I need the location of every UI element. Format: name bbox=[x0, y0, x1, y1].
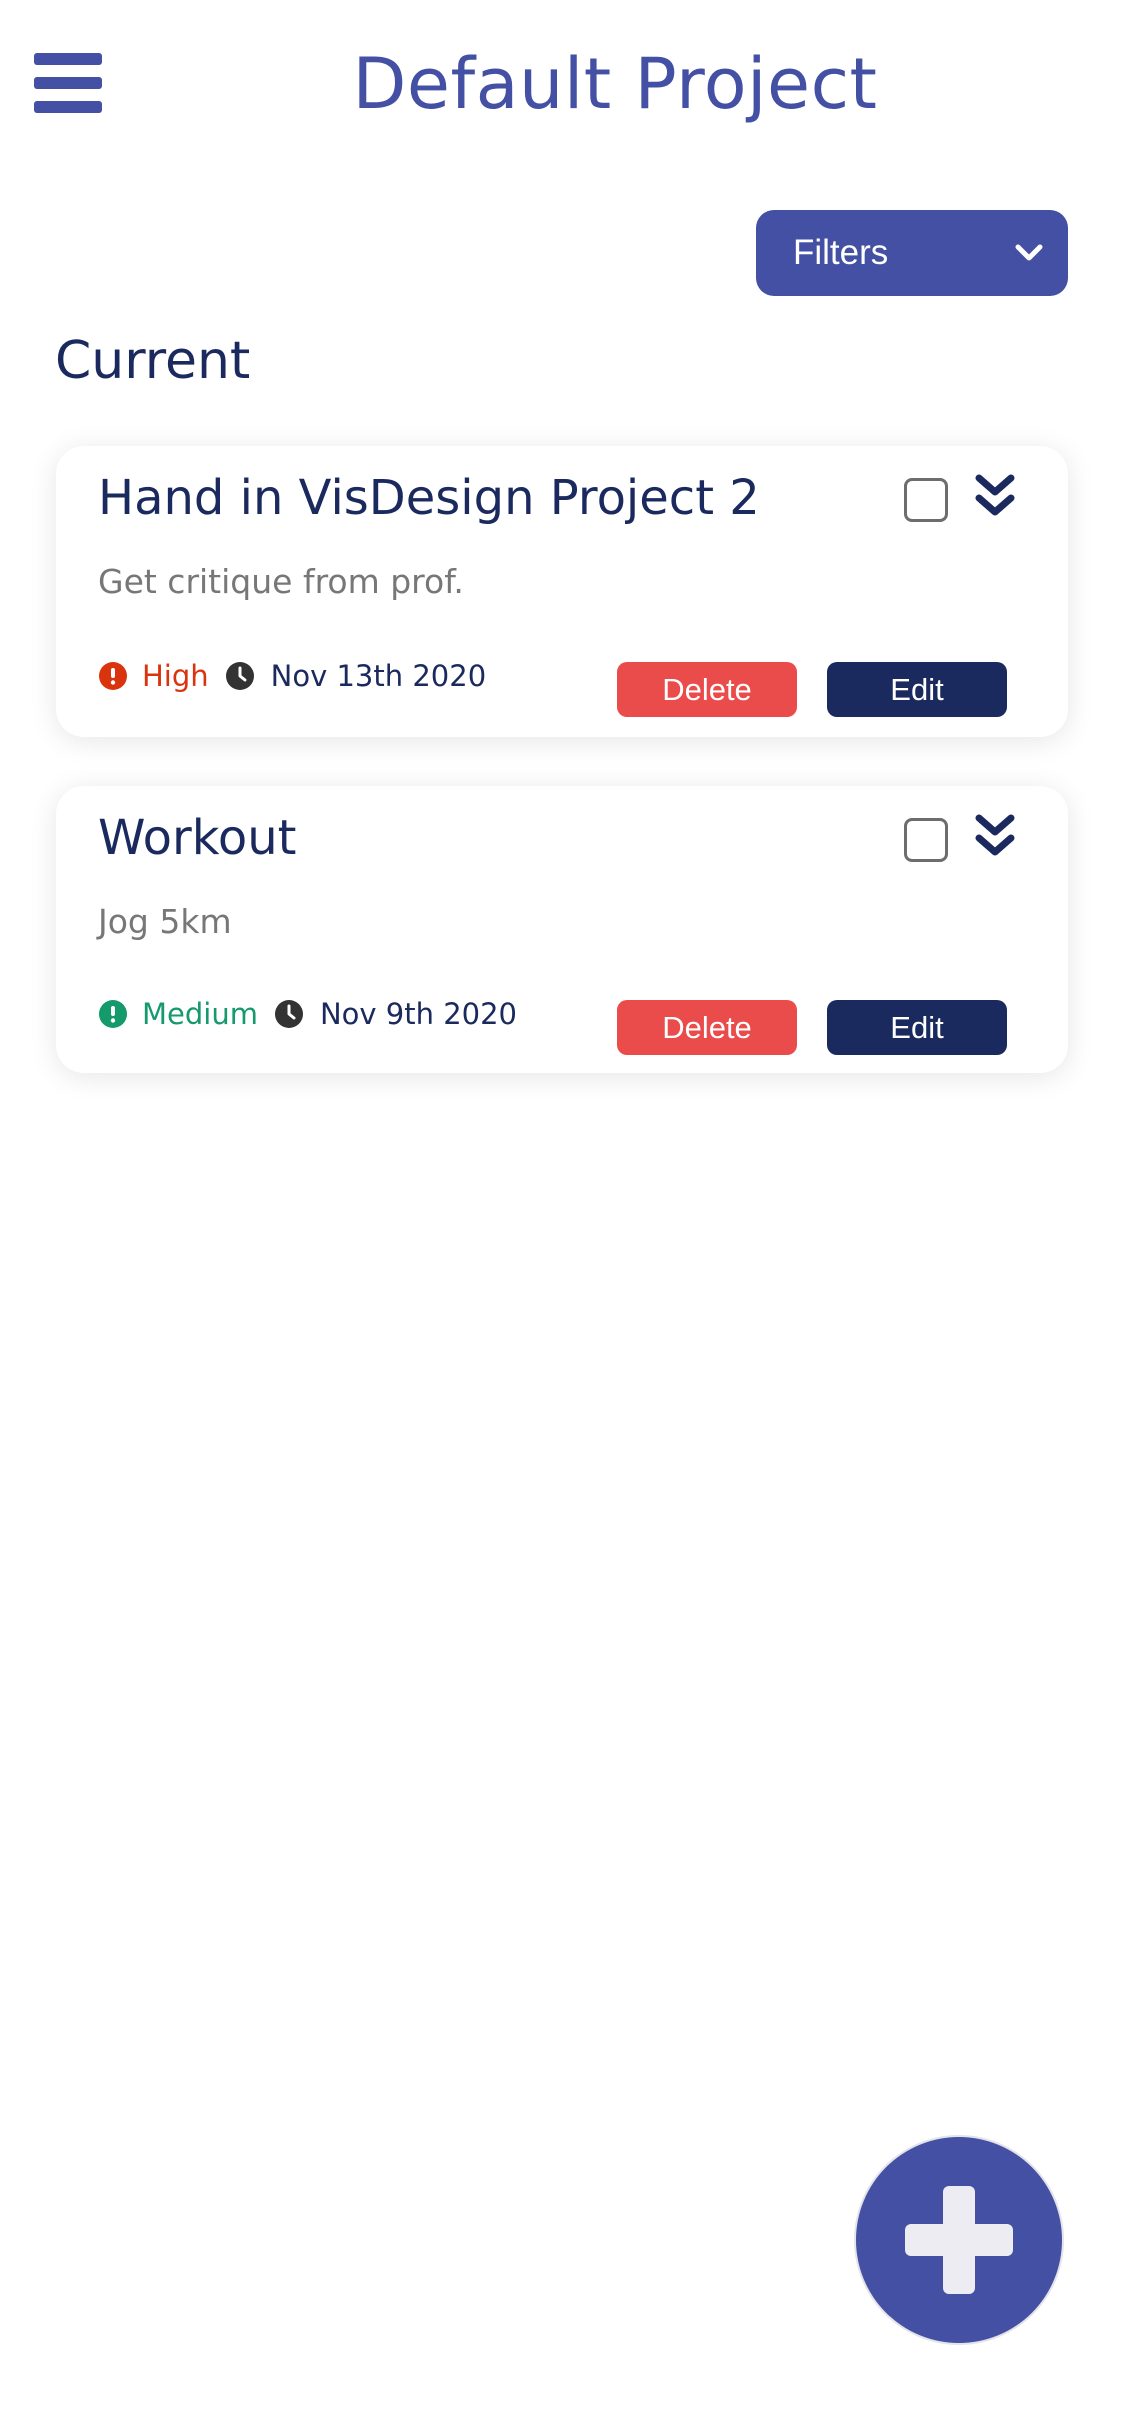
clock-icon bbox=[274, 1000, 303, 1028]
hamburger-menu-icon[interactable] bbox=[34, 53, 102, 113]
task-card: Hand in VisDesign Project 2 Get critique… bbox=[56, 446, 1068, 737]
chevron-down-icon bbox=[1015, 244, 1043, 261]
due-date: Nov 9th 2020 bbox=[319, 997, 518, 1031]
section-title-current: Current bbox=[55, 331, 251, 391]
filters-dropdown[interactable]: Filters bbox=[756, 210, 1068, 296]
task-description: Get critique from prof. bbox=[98, 562, 464, 601]
priority-label: High bbox=[142, 659, 209, 693]
priority-label: Medium bbox=[142, 997, 258, 1031]
task-title: Workout bbox=[98, 810, 297, 866]
task-card: Workout Jog 5km Medium Nov 9th 2020 Dele… bbox=[56, 786, 1068, 1073]
exclamation-circle-icon bbox=[99, 1000, 127, 1028]
task-description: Jog 5km bbox=[98, 902, 232, 941]
task-meta: Medium Nov 9th 2020 bbox=[98, 992, 517, 1036]
page-title: Default Project bbox=[352, 43, 878, 125]
task-title: Hand in VisDesign Project 2 bbox=[98, 470, 760, 526]
filters-label: Filters bbox=[793, 233, 889, 272]
exclamation-circle-icon bbox=[99, 662, 127, 690]
double-chevron-down-icon[interactable] bbox=[974, 472, 1016, 522]
task-complete-checkbox[interactable] bbox=[904, 818, 948, 862]
add-task-button[interactable] bbox=[856, 2137, 1062, 2343]
clock-icon bbox=[225, 662, 254, 690]
plus-icon bbox=[905, 2186, 1013, 2294]
delete-button[interactable]: Delete bbox=[617, 662, 797, 717]
double-chevron-down-icon[interactable] bbox=[974, 812, 1016, 862]
task-complete-checkbox[interactable] bbox=[904, 478, 948, 522]
task-meta: High Nov 13th 2020 bbox=[98, 654, 486, 698]
edit-button[interactable]: Edit bbox=[827, 1000, 1007, 1055]
edit-button[interactable]: Edit bbox=[827, 662, 1007, 717]
delete-button[interactable]: Delete bbox=[617, 1000, 797, 1055]
due-date: Nov 13th 2020 bbox=[270, 659, 487, 693]
app-header: Default Project bbox=[0, 0, 1125, 170]
